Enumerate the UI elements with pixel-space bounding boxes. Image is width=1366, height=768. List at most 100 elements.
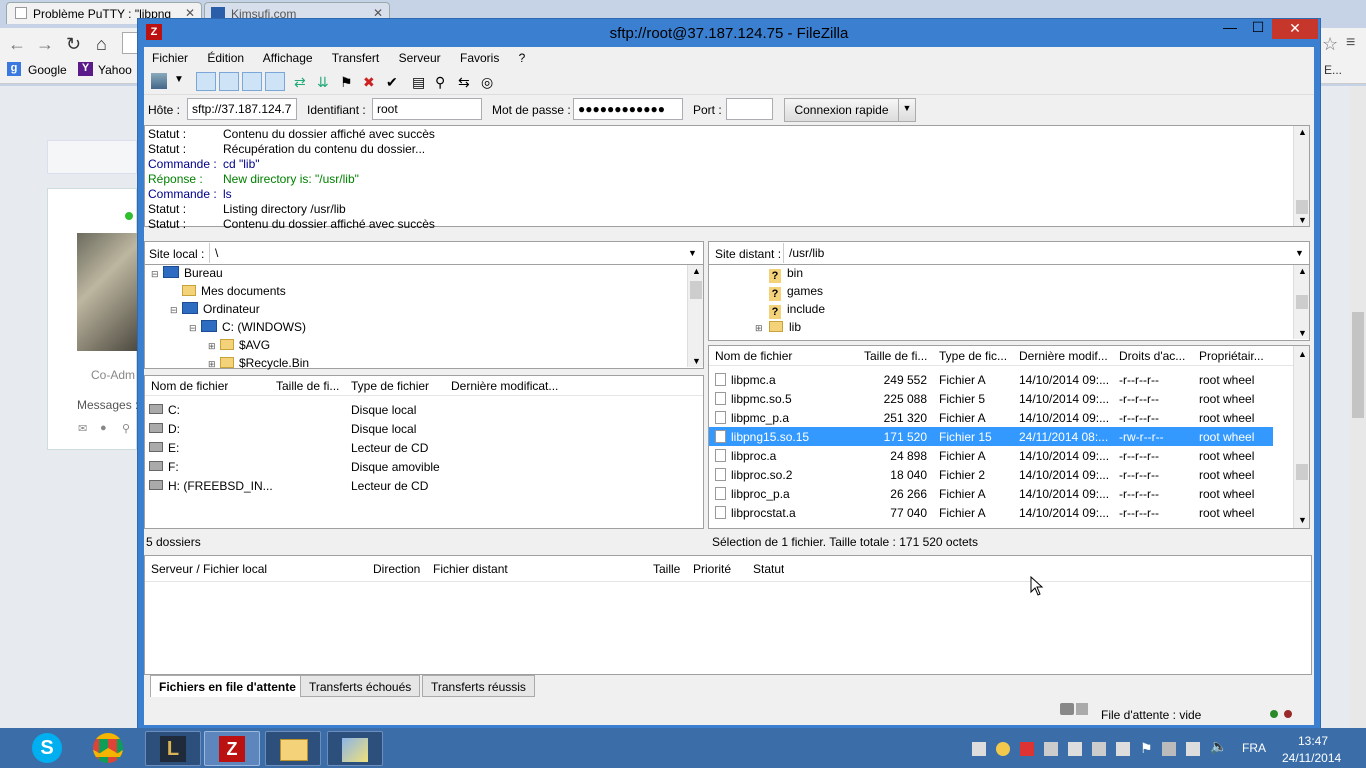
table-row[interactable]: libpmc_p.a 251 320 Fichier A 14/10/2014 09:… [709, 408, 1293, 427]
chevron-down-icon[interactable]: ▼ [1295, 248, 1304, 258]
menu-edition[interactable]: Édition [207, 51, 244, 65]
tree-item[interactable]: ? games [755, 284, 825, 302]
menu-favoris[interactable]: Favoris [460, 51, 499, 65]
menu-icon[interactable]: ≡ [1346, 34, 1355, 52]
tray-icon[interactable] [1068, 742, 1082, 756]
menu-help[interactable]: ? [519, 51, 526, 65]
col-header[interactable]: Priorité [693, 562, 731, 576]
tree-item[interactable]: ⊞ $AVG [151, 338, 309, 356]
scroll-up-icon[interactable]: ▲ [1298, 127, 1307, 137]
tree-item[interactable]: ? bin [755, 266, 825, 284]
list-item[interactable]: F: Disque amovible [145, 457, 703, 476]
taskbar-app-explorer[interactable] [265, 731, 321, 766]
menu-affichage[interactable]: Affichage [263, 51, 313, 65]
col-header[interactable]: Dernière modif... [1019, 349, 1111, 363]
reload-icon[interactable]: ↻ [66, 34, 81, 55]
col-header[interactable]: Type de fic... [939, 349, 1011, 363]
back-icon[interactable]: ← [8, 34, 26, 55]
tree-item[interactable]: ? include [755, 302, 825, 320]
password-input[interactable] [573, 98, 683, 120]
globe-icon[interactable]: ● [100, 422, 107, 434]
col-header[interactable]: Taille de fi... [276, 379, 339, 393]
chevron-down-icon[interactable]: ▼ [688, 248, 697, 258]
list-item[interactable]: D: Disque local [145, 419, 703, 438]
expander-icon[interactable]: ⊟ [170, 305, 182, 316]
expander-icon[interactable]: ⊞ [208, 359, 220, 370]
expander-icon[interactable]: ⊟ [189, 323, 201, 334]
list-item[interactable]: E: Lecteur de CD [145, 438, 703, 457]
scroll-down-icon[interactable]: ▼ [1298, 215, 1307, 225]
star-icon[interactable]: ☆ [1322, 34, 1338, 55]
refresh-icon[interactable]: ⇄ [294, 74, 306, 91]
page-scrollbar[interactable] [1350, 86, 1366, 728]
tree-item[interactable]: ⊞ $Recycle.Bin [151, 356, 309, 374]
port-input[interactable] [726, 98, 773, 120]
remote-list-scrollbar[interactable]: ▲ ▼ [1293, 346, 1309, 528]
log-scrollbar[interactable]: ▲ ▼ [1293, 126, 1309, 226]
col-header[interactable]: Type de fichier [351, 379, 429, 393]
expander-icon[interactable]: ⊞ [208, 341, 220, 352]
home-icon[interactable]: ⌂ [96, 34, 107, 55]
scroll-up-icon[interactable]: ▲ [1298, 266, 1307, 276]
tab-success[interactable]: Transferts réussis [422, 675, 535, 697]
dropdown-icon[interactable]: ▼ [174, 74, 184, 85]
reconnect-icon[interactable]: ✔ [386, 74, 398, 91]
taskbar-app-lol[interactable]: L [145, 731, 201, 766]
tree-item[interactable]: ⊟ Bureau [151, 266, 309, 284]
quickconnect-dropdown[interactable]: ▼ [898, 98, 916, 122]
menu-transfert[interactable]: Transfert [332, 51, 380, 65]
taskbar-app-putty[interactable] [327, 731, 383, 766]
tree-item[interactable]: ⊞ lib [755, 320, 825, 338]
host-input[interactable] [187, 98, 297, 120]
menu-serveur[interactable]: Serveur [399, 51, 441, 65]
list-item[interactable]: H: (FREEBSD_IN... Lecteur de CD [145, 476, 703, 495]
sync-browse-icon[interactable]: ⇆ [458, 74, 470, 91]
user-input[interactable] [372, 98, 482, 120]
col-header[interactable]: Taille de fi... [864, 349, 934, 363]
col-header[interactable]: Direction [373, 562, 420, 576]
chrome-icon[interactable] [93, 733, 123, 763]
close-window-icon[interactable]: ✕ [1272, 19, 1318, 39]
network-icon[interactable] [1186, 742, 1200, 756]
search-files-icon[interactable]: ◎ [481, 74, 493, 91]
toggle-log-icon[interactable] [196, 72, 216, 91]
tray-icon[interactable] [1116, 742, 1130, 756]
tab-failed[interactable]: Transferts échoués [300, 675, 421, 697]
col-header[interactable]: Statut [753, 562, 784, 576]
bookmark-yahoo[interactable]: Yahoo [98, 63, 132, 77]
filter-icon[interactable]: ▤ [412, 74, 425, 91]
omnibox[interactable] [122, 32, 138, 54]
local-path-input[interactable] [209, 243, 683, 263]
col-header[interactable]: Serveur / Fichier local [151, 562, 267, 576]
scroll-down-icon[interactable]: ▼ [1298, 328, 1307, 338]
col-header[interactable]: Propriétair... [1199, 349, 1291, 363]
table-row[interactable]: libproc_p.a 26 266 Fichier A 14/10/2014 09:… [709, 484, 1293, 503]
toggle-remote-tree-icon[interactable] [242, 72, 262, 91]
compare-icon[interactable]: ⚲ [435, 74, 445, 91]
remote-tree-scrollbar[interactable]: ▲ ▼ [1293, 265, 1309, 339]
table-row[interactable]: libpmc.so.5 225 088 Fichier 5 14/10/2014 09… [709, 389, 1293, 408]
bookmark-google[interactable]: Google [28, 63, 67, 77]
scroll-up-icon[interactable]: ▲ [1298, 349, 1307, 359]
toggle-queue-icon[interactable] [265, 72, 285, 91]
list-item[interactable]: C: Disque local [145, 400, 703, 419]
skype-icon[interactable]: S [32, 733, 62, 763]
tree-item[interactable]: Mes documents [151, 284, 309, 302]
table-row[interactable]: libpng15.so.15 171 520 Fichier 15 24/11/201… [709, 427, 1273, 446]
tree-item[interactable]: ⊟ Ordinateur [151, 302, 309, 320]
col-header[interactable]: Fichier distant [433, 562, 508, 576]
col-header[interactable]: Taille [653, 562, 680, 576]
search-icon[interactable]: ⚲ [122, 422, 130, 435]
toggle-local-tree-icon[interactable] [219, 72, 239, 91]
clock-date[interactable]: 24/11/2014 [1282, 751, 1341, 765]
remote-path-input[interactable] [783, 243, 1291, 263]
mail-icon[interactable]: ✉ [78, 422, 87, 435]
quickconnect-button[interactable]: Connexion rapide [784, 98, 899, 122]
disconnect-icon[interactable]: ✖ [363, 74, 375, 91]
cancel-icon[interactable]: ⚑ [340, 74, 353, 91]
tray-icon[interactable] [1020, 742, 1034, 756]
tree-item[interactable]: ⊟ C: (WINDOWS) [151, 320, 309, 338]
table-row[interactable]: libproc.so.2 18 040 Fichier 2 14/10/2014 09… [709, 465, 1293, 484]
language-indicator[interactable]: FRA [1242, 741, 1266, 755]
scroll-down-icon[interactable]: ▼ [1298, 515, 1307, 525]
